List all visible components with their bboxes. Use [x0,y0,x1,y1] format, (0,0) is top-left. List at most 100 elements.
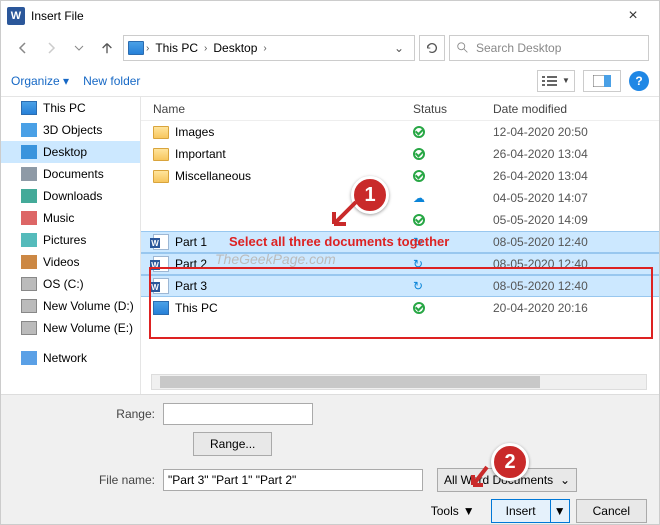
file-name: Miscellaneous [175,169,251,183]
back-button[interactable] [11,36,35,60]
column-date[interactable]: Date modified [493,102,659,116]
chevron-right-icon[interactable]: › [204,43,207,54]
forward-button[interactable] [39,36,63,60]
bottom-panel: Range: Range... File name: All Word Docu… [1,394,659,524]
search-input[interactable]: Search Desktop [449,35,649,61]
pc-icon [153,301,169,315]
cancel-button[interactable]: Cancel [576,499,647,523]
close-button[interactable]: × [613,7,653,25]
word-document-icon [153,234,169,250]
organize-menu[interactable]: Organize ▾ [11,74,69,88]
file-row[interactable]: 05-05-2020 14:09 [141,209,659,231]
documents-icon [21,167,37,181]
sidebar-item-this-pc[interactable]: This PC [1,97,140,119]
column-status[interactable]: Status [413,102,493,116]
file-date: 08-05-2020 12:40 [493,279,659,293]
word-document-icon [153,278,169,294]
column-headers[interactable]: Name Status Date modified [141,97,659,121]
search-placeholder: Search Desktop [476,41,561,55]
folder-icon [153,148,169,161]
crumb-this-pc[interactable]: This PC [151,41,202,55]
sidebar-item-music[interactable]: Music [1,207,140,229]
pc-icon [128,41,144,55]
address-bar[interactable]: › This PC › Desktop › ⌄ [123,35,415,61]
file-row[interactable]: Important 26-04-2020 13:04 [141,143,659,165]
chevron-right-icon[interactable]: › [263,43,266,54]
range-label: Range: [13,407,163,421]
pc-icon [21,101,37,115]
status-syncing-icon: ↻ [413,279,423,293]
annotation-callout-2: 2 [491,443,529,481]
status-synced-icon [413,126,425,138]
range-input[interactable] [163,403,313,425]
help-button[interactable]: ? [629,71,649,91]
file-date: 05-05-2020 14:09 [493,213,659,227]
search-icon [456,41,470,55]
status-synced-icon [413,214,425,226]
word-document-icon [153,256,169,272]
file-name: Important [175,147,226,161]
file-row[interactable]: Miscellaneous 26-04-2020 13:04 [141,165,659,187]
file-row[interactable]: Images12-04-2020 20:50 [141,121,659,143]
sidebar-item-os-c[interactable]: OS (C:) [1,273,140,295]
sidebar-item-pictures[interactable]: Pictures [1,229,140,251]
file-list[interactable]: Name Status Date modified Images12-04-20… [141,97,659,407]
file-row[interactable]: ☁ 04-05-2020 14:07 [141,187,659,209]
sidebar-item-documents[interactable]: Documents [1,163,140,185]
filename-input[interactable] [163,469,423,491]
chevron-down-icon: ▼ [463,504,475,518]
file-name: This PC [175,301,218,315]
status-syncing-icon: ↻ [413,235,423,249]
status-cloud-icon: ☁ [413,191,425,205]
range-button[interactable]: Range... [193,432,272,456]
file-row[interactable]: This PC20-04-2020 20:16 [141,297,659,319]
scroll-thumb[interactable] [160,376,540,388]
address-dropdown[interactable]: ⌄ [388,41,410,55]
annotation-arrow-2 [463,463,493,493]
sidebar-item-downloads[interactable]: Downloads [1,185,140,207]
downloads-icon [21,189,37,203]
status-syncing-icon: ↻ [413,257,423,271]
navigation-pane[interactable]: This PC 3D Objects Desktop Documents Dow… [1,97,141,407]
file-date: 08-05-2020 12:40 [493,235,659,249]
chevron-right-icon[interactable]: › [146,43,149,54]
file-name: Part 1 [175,235,207,249]
folder-icon [153,126,169,139]
status-synced-icon [413,148,425,160]
insert-button[interactable]: Insert ▼ [491,499,570,523]
annotation-arrow-1 [326,198,360,232]
sidebar-item-volume-e[interactable]: New Volume (E:) [1,317,140,339]
navigation-row: › This PC › Desktop › ⌄ Search Desktop [1,31,659,65]
column-name[interactable]: Name [153,102,413,116]
new-folder-button[interactable]: New folder [83,74,140,88]
refresh-button[interactable] [419,35,445,61]
sidebar-item-network[interactable]: Network [1,347,140,369]
horizontal-scrollbar[interactable] [151,374,647,390]
sidebar-item-3d-objects[interactable]: 3D Objects [1,119,140,141]
file-date: 04-05-2020 14:07 [493,191,659,205]
insert-dropdown[interactable]: ▼ [551,500,569,522]
sidebar-item-desktop[interactable]: Desktop [1,141,140,163]
command-bar: Organize ▾ New folder ▼ ? [1,65,659,97]
file-row[interactable]: Part 2↻08-05-2020 12:40 [141,253,659,275]
status-synced-icon [413,302,425,314]
preview-pane-button[interactable] [583,70,621,92]
desktop-icon [21,145,37,159]
file-row[interactable]: Part 3↻08-05-2020 12:40 [141,275,659,297]
window-title: Insert File [31,9,613,23]
chevron-down-icon: ⌄ [560,473,570,487]
recent-dropdown[interactable] [67,36,91,60]
up-button[interactable] [95,36,119,60]
file-name: Images [175,125,214,139]
view-details-button[interactable]: ▼ [537,70,575,92]
tools-menu[interactable]: Tools▼ [431,504,475,518]
crumb-desktop[interactable]: Desktop [209,41,261,55]
file-date: 26-04-2020 13:04 [493,169,659,183]
file-date: 26-04-2020 13:04 [493,147,659,161]
titlebar: W Insert File × [1,1,659,31]
sidebar-item-volume-d[interactable]: New Volume (D:) [1,295,140,317]
sidebar-item-videos[interactable]: Videos [1,251,140,273]
folder-icon [153,170,169,183]
filename-label: File name: [13,473,163,487]
file-row[interactable]: Part 1 ↻ 08-05-2020 12:40 [141,231,659,253]
